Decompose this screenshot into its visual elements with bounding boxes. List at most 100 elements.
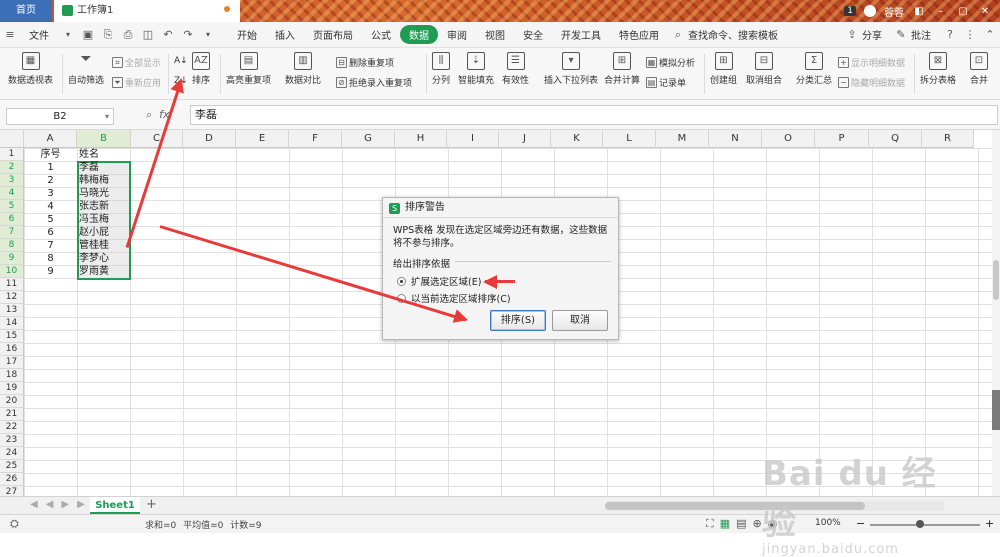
- subtotal-button[interactable]: Σ 分类汇总: [796, 52, 832, 86]
- show-all-button[interactable]: ⌗ 全部显示: [112, 56, 161, 69]
- cell-name[interactable]: 赵小屁: [77, 226, 131, 239]
- reapply-button[interactable]: ⏷ 重新应用: [112, 76, 161, 89]
- column-header[interactable]: F: [289, 130, 342, 148]
- row-header[interactable]: 24: [0, 447, 24, 460]
- column-header[interactable]: P: [815, 130, 869, 148]
- cell-name[interactable]: 张志新: [77, 200, 131, 213]
- column-header[interactable]: O: [762, 130, 815, 148]
- show-detail-button[interactable]: + 显示明细数据: [838, 56, 905, 69]
- row-header[interactable]: 5: [0, 200, 24, 213]
- maximize-icon[interactable]: ▢: [956, 6, 970, 17]
- user-name[interactable]: 蓉蓉: [884, 4, 904, 19]
- row-header[interactable]: 12: [0, 291, 24, 304]
- insert-dropdown-button[interactable]: ▾ 插入下拉列表: [544, 52, 598, 86]
- tab-workbook[interactable]: 工作簿1: [54, 0, 240, 22]
- sheet-tab-sheet1[interactable]: Sheet1: [90, 497, 140, 514]
- sort-confirm-button[interactable]: 排序(S): [490, 310, 546, 331]
- menu-item-view[interactable]: 视图: [476, 27, 514, 42]
- print-icon[interactable]: ⎙: [121, 28, 135, 42]
- radio-expand-selection[interactable]: 扩展选定区域(E): [397, 274, 481, 288]
- chevron-down-icon[interactable]: ▾: [105, 109, 109, 124]
- create-group-button[interactable]: ⊞ 创建组: [710, 52, 737, 86]
- menu-item-formula[interactable]: 公式: [362, 27, 400, 42]
- cell-seq[interactable]: 7: [24, 239, 77, 252]
- column-header[interactable]: H: [395, 130, 447, 148]
- help-icon[interactable]: ?: [943, 28, 957, 42]
- cell-seq[interactable]: 2: [24, 174, 77, 187]
- row-header[interactable]: 23: [0, 434, 24, 447]
- split-column-button[interactable]: ⫼ 分列: [432, 52, 450, 86]
- row-header[interactable]: 22: [0, 421, 24, 434]
- cell-seq[interactable]: 3: [24, 187, 77, 200]
- undo-icon[interactable]: ↶: [161, 28, 175, 42]
- column-header[interactable]: D: [183, 130, 236, 148]
- data-compare-button[interactable]: ▥ 数据对比: [285, 52, 321, 86]
- validity-button[interactable]: ☰ 有效性: [502, 52, 529, 86]
- chevron-down-icon[interactable]: ▾: [201, 28, 215, 42]
- formula-input[interactable]: 李磊: [190, 105, 998, 125]
- radio-checked-icon[interactable]: [397, 276, 406, 286]
- more-icon[interactable]: ⋮: [963, 28, 977, 42]
- row-header[interactable]: 26: [0, 473, 24, 486]
- column-header[interactable]: I: [447, 130, 499, 148]
- row-header[interactable]: 3: [0, 174, 24, 187]
- skin-icon[interactable]: ◧: [912, 6, 926, 17]
- radio-expand-label[interactable]: 扩展选定区域(E): [411, 274, 481, 288]
- menu-item-features[interactable]: 特色应用: [610, 27, 668, 42]
- cancel-button[interactable]: 取消: [552, 310, 608, 331]
- header-cell-seq[interactable]: 序号: [24, 148, 77, 161]
- menu-item-page-layout[interactable]: 页面布局: [304, 27, 362, 42]
- row-header[interactable]: 8: [0, 239, 24, 252]
- page-break-icon[interactable]: ▤: [736, 517, 746, 531]
- split-table-button[interactable]: ⊠ 拆分表格: [920, 52, 956, 86]
- select-all-corner[interactable]: [0, 130, 24, 148]
- column-header[interactable]: J: [499, 130, 551, 148]
- merge-table-button[interactable]: ⊡ 合并: [970, 52, 988, 86]
- menu-item-start[interactable]: 开始: [228, 27, 266, 42]
- column-header[interactable]: N: [709, 130, 762, 148]
- comment-button[interactable]: 批注: [911, 27, 940, 42]
- reading-mode-icon[interactable]: ⊕: [753, 517, 762, 531]
- merge-calc-button[interactable]: ⊞ 合并计算: [604, 52, 640, 86]
- cell-name[interactable]: 韩梅梅: [77, 174, 131, 187]
- zoom-formula-icon[interactable]: ⌕: [146, 108, 152, 121]
- user-avatar[interactable]: [864, 5, 876, 17]
- cell-seq[interactable]: 5: [24, 213, 77, 226]
- cell-name[interactable]: 李梦心: [77, 252, 131, 265]
- row-header[interactable]: 11: [0, 278, 24, 291]
- highlight-duplicates-button[interactable]: ▤ 高亮重复项: [226, 52, 271, 86]
- column-header[interactable]: G: [342, 130, 395, 148]
- column-header[interactable]: A: [24, 130, 77, 148]
- row-header[interactable]: 19: [0, 382, 24, 395]
- cell-name[interactable]: 冯玉梅: [77, 213, 131, 226]
- row-header[interactable]: 27: [0, 486, 24, 496]
- side-panel-handle[interactable]: [992, 390, 1000, 430]
- pivot-table-button[interactable]: ▦ 数据透视表: [8, 52, 53, 86]
- column-header[interactable]: K: [551, 130, 603, 148]
- minimize-icon[interactable]: –: [934, 6, 948, 17]
- cell-seq[interactable]: 8: [24, 252, 77, 265]
- row-header[interactable]: 14: [0, 317, 24, 330]
- sheet-nav-arrows[interactable]: ◀◀▶▶: [30, 499, 93, 510]
- macro-icon[interactable]: ⛭: [10, 517, 19, 531]
- menu-item-data[interactable]: 数据: [400, 25, 438, 44]
- row-header[interactable]: 1: [0, 148, 24, 161]
- menu-item-dev-tools[interactable]: 开发工具: [552, 27, 610, 42]
- export-icon[interactable]: ⎘: [101, 28, 115, 42]
- column-header[interactable]: Q: [869, 130, 922, 148]
- row-header[interactable]: 9: [0, 252, 24, 265]
- column-header[interactable]: M: [656, 130, 709, 148]
- row-header[interactable]: 13: [0, 304, 24, 317]
- row-header[interactable]: 20: [0, 395, 24, 408]
- ungroup-button[interactable]: ⊟ 取消组合: [746, 52, 782, 86]
- menu-file[interactable]: 文件: [20, 27, 58, 42]
- row-header[interactable]: 2: [0, 161, 24, 174]
- auto-filter-button[interactable]: ⏷ 自动筛选: [68, 52, 104, 87]
- chevron-down-icon[interactable]: ▾: [61, 28, 75, 42]
- close-icon[interactable]: ✕: [978, 6, 992, 17]
- save-icon[interactable]: ▣: [81, 28, 95, 42]
- record-sheet-button[interactable]: ▤ 记录单: [646, 76, 686, 89]
- menu-item-security[interactable]: 安全: [514, 27, 552, 42]
- row-header[interactable]: 17: [0, 356, 24, 369]
- cell-name[interactable]: 马晓光: [77, 187, 131, 200]
